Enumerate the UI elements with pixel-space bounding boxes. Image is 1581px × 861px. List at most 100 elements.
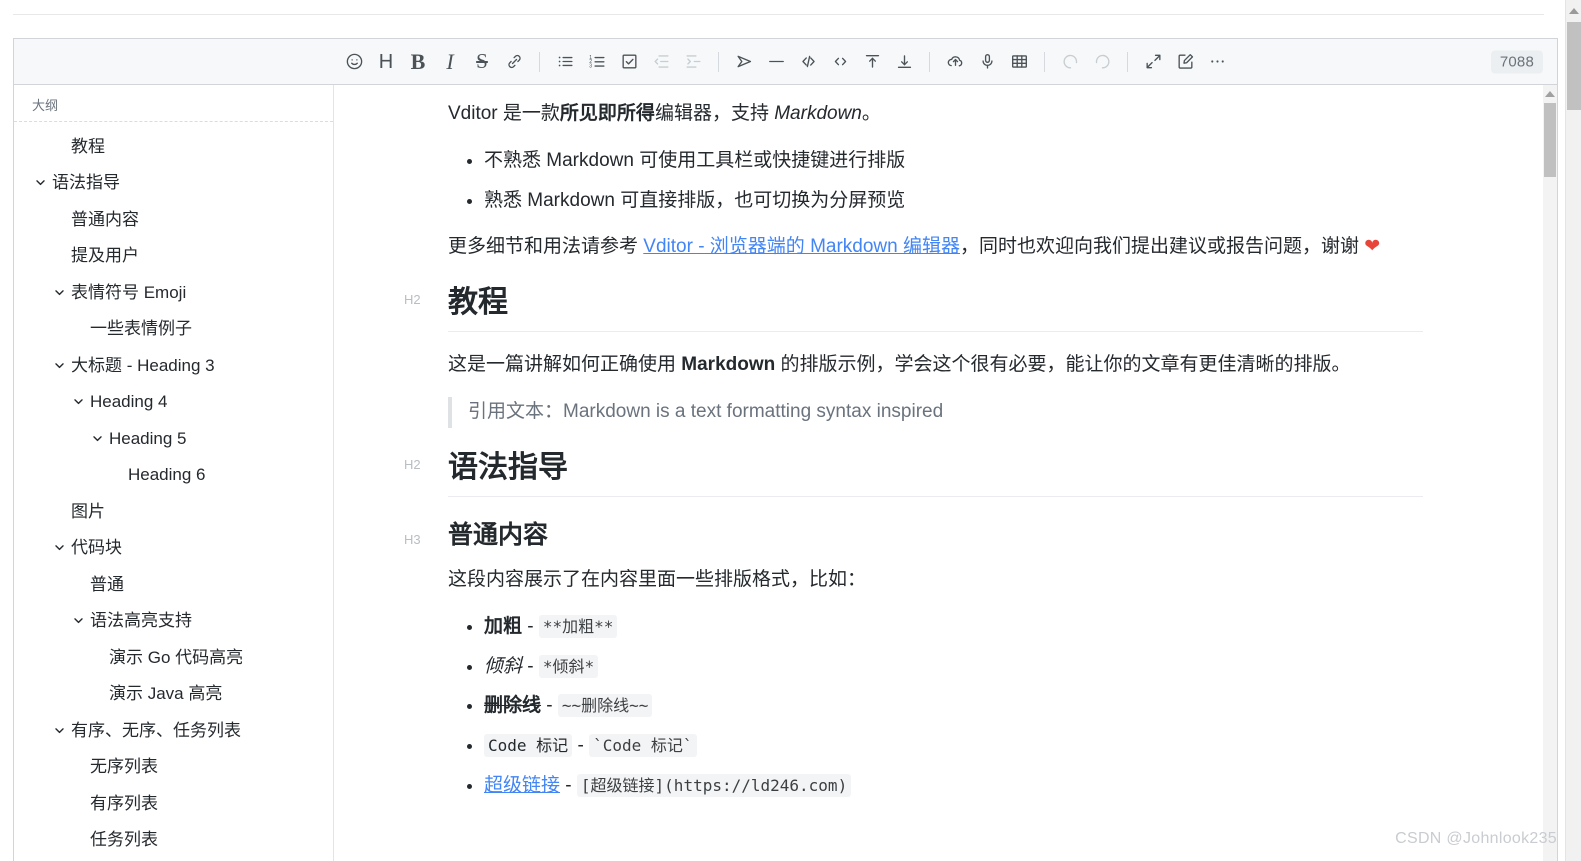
edit-mode-icon[interactable] xyxy=(1169,46,1201,78)
chevron-down-icon[interactable] xyxy=(51,357,67,373)
outline-item[interactable]: 演示 Java 高亮 xyxy=(14,676,333,713)
outline-item-label: 演示 Java 高亮 xyxy=(109,684,223,704)
outline-item[interactable]: Heading 6 xyxy=(14,457,333,494)
outline-item[interactable]: 任务列表 xyxy=(14,822,333,859)
outline-item[interactable]: 一些表情例子 xyxy=(14,311,333,348)
outline-item[interactable]: 普通 xyxy=(14,566,333,603)
tutorial-bold: Markdown xyxy=(681,354,776,376)
outline-item[interactable]: 演示 Go 代码高亮 xyxy=(14,639,333,676)
unordered-list-icon[interactable] xyxy=(549,46,581,78)
outline-item-label: 有序列表 xyxy=(90,793,158,813)
outline-item[interactable]: 普通内容 xyxy=(14,201,333,238)
outline-item-label: 任务列表 xyxy=(90,830,158,850)
chevron-down-icon[interactable] xyxy=(51,540,67,556)
outline-title: 大纲 xyxy=(14,85,333,122)
blockquote: 引用文本：Markdown is a text formatting synta… xyxy=(448,396,1423,428)
outline-item[interactable]: 图片 xyxy=(14,493,333,530)
link-icon[interactable] xyxy=(498,46,530,78)
section-syntax-guide: H2 语法指导 xyxy=(404,448,1423,497)
content-scroll-area[interactable]: Vditor 是一款所见即所得编辑器，支持 Markdown。 不熟悉 Mark… xyxy=(334,85,1540,818)
outline-item[interactable]: 无序列表 xyxy=(14,749,333,786)
quote-icon[interactable] xyxy=(728,46,760,78)
outline-item[interactable]: 大标题 - Heading 3 xyxy=(14,347,333,384)
format-source-code: [超级链接](https://ld246.com) xyxy=(576,773,852,797)
ordered-list-icon[interactable]: 123 xyxy=(581,46,613,78)
format-source-code: **加粗** xyxy=(538,614,618,638)
intro-paragraph: Vditor 是一款所见即所得编辑器，支持 Markdown。 xyxy=(448,99,1423,130)
outline-panel: 大纲 教程 语法指导 普通内容 提及用户 表情符号 Emoji 一些表情例子大标题 - H… xyxy=(14,85,334,861)
outline-item-label: 图片 xyxy=(71,501,105,521)
format-example-item: 删除线 - ~~删除线~~ xyxy=(484,691,1423,722)
outline-item[interactable]: 有序列表 xyxy=(14,785,333,822)
redo-icon xyxy=(1086,46,1118,78)
format-term: 加粗 xyxy=(484,615,523,637)
chevron-down-icon[interactable] xyxy=(51,722,67,738)
format-dash: - xyxy=(572,735,590,757)
chevron-down-icon[interactable] xyxy=(32,175,48,191)
check-list-icon[interactable] xyxy=(613,46,645,78)
outline-item-label: 语法高亮支持 xyxy=(90,611,192,631)
table-icon[interactable] xyxy=(1003,46,1035,78)
format-term: 删除线 xyxy=(484,695,542,717)
content-scrollbar[interactable] xyxy=(1543,85,1557,861)
chevron-down-icon[interactable] xyxy=(89,430,105,446)
outline-list: 教程 语法指导 普通内容 提及用户 表情符号 Emoji 一些表情例子大标题 - Head… xyxy=(14,122,333,861)
more-icon[interactable] xyxy=(1201,46,1233,78)
toolbar-buttons: HBIS 123 xyxy=(338,46,1233,78)
format-source-code: ~~删除线~~ xyxy=(557,694,653,718)
outline-item[interactable]: 提及用户 xyxy=(14,238,333,275)
subsection-heading: 普通内容 xyxy=(448,520,549,549)
format-term: Code 标记 xyxy=(484,734,573,758)
vditor-editor: HBIS123 7088 大纲 教程 语法指导 普通内容 提及用户 表情符号 Emoji… xyxy=(13,38,1558,861)
strike-icon[interactable]: S xyxy=(466,46,498,78)
upload-icon[interactable] xyxy=(939,46,971,78)
vditor-homepage-link[interactable]: Vditor - 浏览器端的 Markdown 编辑器 xyxy=(643,236,960,257)
chevron-down-icon[interactable] xyxy=(51,284,67,300)
outline-item[interactable]: 语法高亮支持 xyxy=(14,603,333,640)
scrollbar-thumb[interactable] xyxy=(1544,103,1556,177)
scroll-up-arrow-icon[interactable] xyxy=(1569,8,1579,14)
toolbar-separator xyxy=(1127,51,1128,72)
outline-item-label: 无序列表 xyxy=(90,757,158,777)
bold-icon[interactable]: B xyxy=(402,46,434,78)
fullscreen-icon[interactable] xyxy=(1137,46,1169,78)
emoji-icon[interactable] xyxy=(338,46,370,78)
outline-item-label: Heading 5 xyxy=(109,428,187,448)
code-block-icon[interactable] xyxy=(792,46,824,78)
format-term[interactable]: 超级链接 xyxy=(484,775,560,796)
outline-item[interactable]: 语法指导 xyxy=(14,165,333,202)
outline-item[interactable]: Heading 5 xyxy=(14,420,333,457)
italic-icon[interactable]: I xyxy=(434,46,466,78)
indent-icon xyxy=(677,46,709,78)
outline-item[interactable]: 教程 xyxy=(14,128,333,165)
insert-before-icon[interactable] xyxy=(856,46,888,78)
outline-item[interactable]: 代码块 xyxy=(14,530,333,567)
outline-item[interactable]: 表情符号 Emoji xyxy=(14,274,333,311)
chevron-down-icon[interactable] xyxy=(70,613,86,629)
line-icon[interactable] xyxy=(760,46,792,78)
record-icon[interactable] xyxy=(971,46,1003,78)
scroll-up-arrow-icon[interactable] xyxy=(1545,91,1555,97)
list-item: 熟悉 Markdown 可直接排版，也可切换为分屏预览 xyxy=(484,186,1423,217)
intro-bold: 所见即所得 xyxy=(559,103,655,124)
tutorial-paragraph: 这是一篇讲解如何正确使用 Markdown 的排版示例，学会这个很有必要，能让你… xyxy=(448,350,1423,381)
section-heading: 语法指导 xyxy=(448,448,1423,497)
outline-item[interactable]: 有序、无序、任务列表 xyxy=(14,712,333,749)
outline-item-label: 演示 Go 代码高亮 xyxy=(109,647,244,667)
page-title: 教程 xyxy=(448,283,1423,333)
editor-body: 大纲 教程 语法指导 普通内容 提及用户 表情符号 Emoji 一些表情例子 大标题 - H… xyxy=(14,85,1557,861)
browser-scrollbar-thumb[interactable] xyxy=(1567,22,1581,110)
intro-reference-paragraph: 更多细节和用法请参考 Vditor - 浏览器端的 Markdown 编辑器，同… xyxy=(448,232,1423,263)
ref-text-1: 更多细节和用法请参考 xyxy=(448,236,644,258)
markdown-document[interactable]: Vditor 是一款所见即所得编辑器，支持 Markdown。 不熟悉 Mark… xyxy=(404,85,1423,802)
outline-item[interactable]: Heading 4 xyxy=(14,384,333,421)
browser-scrollbar[interactable] xyxy=(1565,0,1581,861)
editor-toolbar: HBIS 123 7088 xyxy=(14,39,1557,85)
inline-code-icon[interactable] xyxy=(824,46,856,78)
ref-text-2: ，同时也欢迎向我们提出建议或报告问题，谢谢 xyxy=(960,236,1365,258)
insert-after-icon[interactable] xyxy=(888,46,920,78)
chevron-down-icon[interactable] xyxy=(70,394,86,410)
outline-item-label: 大标题 - Heading 3 xyxy=(71,355,215,375)
headings-icon[interactable]: H xyxy=(370,46,402,78)
format-examples-list: 加粗 - **加粗** 倾斜 - *倾斜* 删除线 - ~~删除线~~ Code 标记… xyxy=(448,612,1423,802)
